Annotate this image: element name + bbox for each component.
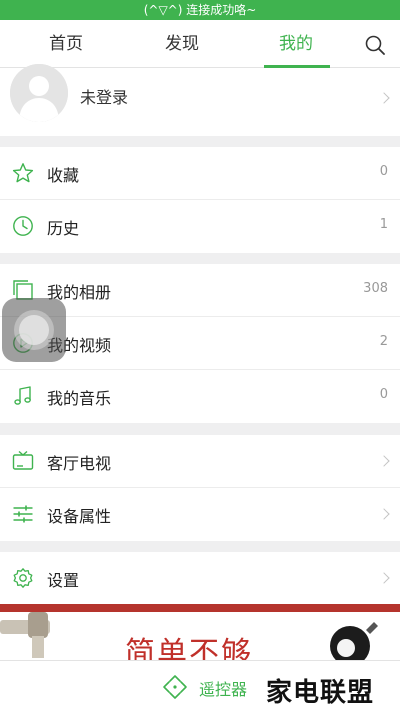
default-avatar-icon [10, 64, 68, 122]
favorites-label: 收藏 [47, 166, 80, 185]
tv-icon [12, 450, 34, 470]
settings-label: 设置 [47, 571, 80, 590]
watermark: 家电联盟 [266, 678, 375, 708]
product-image [330, 622, 378, 660]
profile-row[interactable]: 未登录 [0, 64, 400, 136]
connection-status-bar: (^▽^) 连接成功咯~ [0, 0, 400, 20]
ad-banner[interactable]: 简单不够 [0, 604, 400, 660]
living-room-tv-label: 客厅电视 [47, 454, 112, 473]
tab-home[interactable]: 首页 [40, 20, 92, 68]
banner-slogan: 简单不够 [125, 636, 253, 660]
chevron-right-icon [378, 508, 390, 520]
my-music-count: 0 [379, 387, 388, 402]
chevron-right-icon [378, 92, 390, 104]
my-album-count: 308 [363, 281, 388, 296]
star-icon [12, 163, 34, 183]
login-status-label: 未登录 [80, 88, 129, 107]
music-note-icon [14, 386, 31, 405]
favorites-count: 0 [379, 164, 388, 179]
list-item-settings[interactable]: 设置 [0, 552, 400, 605]
floating-assistive-button[interactable] [2, 298, 66, 362]
assistive-button-inner-ring [19, 315, 49, 345]
top-tab-bar: 首页 发现 我的 [0, 20, 400, 68]
section-settings: 设置 [0, 552, 400, 605]
section-devices: 客厅电视 设备属性 [0, 435, 400, 541]
gear-icon [13, 568, 33, 588]
tab-mine[interactable]: 我的 [270, 20, 322, 68]
section-favorites-history: 收藏 0 历史 1 [0, 147, 400, 253]
my-music-label: 我的音乐 [47, 389, 112, 408]
remote-control-label[interactable]: 遥控器 [199, 676, 247, 700]
my-videos-count: 2 [379, 334, 388, 349]
chevron-right-icon [378, 572, 390, 584]
device-properties-label: 设备属性 [47, 507, 112, 526]
list-item-history[interactable]: 历史 1 [0, 200, 400, 253]
clock-icon [13, 216, 33, 236]
chevron-right-icon [378, 455, 390, 467]
avatar [10, 64, 68, 122]
remote-control-icon[interactable] [160, 672, 190, 702]
tab-discover[interactable]: 发现 [156, 20, 208, 68]
list-item-living-room-tv[interactable]: 客厅电视 [0, 435, 400, 488]
list-item-my-music[interactable]: 我的音乐 0 [0, 370, 400, 423]
list-item-favorites[interactable]: 收藏 0 [0, 147, 400, 200]
list-item-device-properties[interactable]: 设备属性 [0, 488, 400, 541]
search-icon[interactable] [364, 34, 386, 56]
faucet-product-image [0, 612, 50, 658]
sliders-icon [13, 505, 33, 523]
history-count: 1 [379, 217, 388, 232]
connection-status-text: (^▽^) 连接成功咯~ [143, 3, 257, 17]
history-label: 历史 [47, 219, 80, 238]
